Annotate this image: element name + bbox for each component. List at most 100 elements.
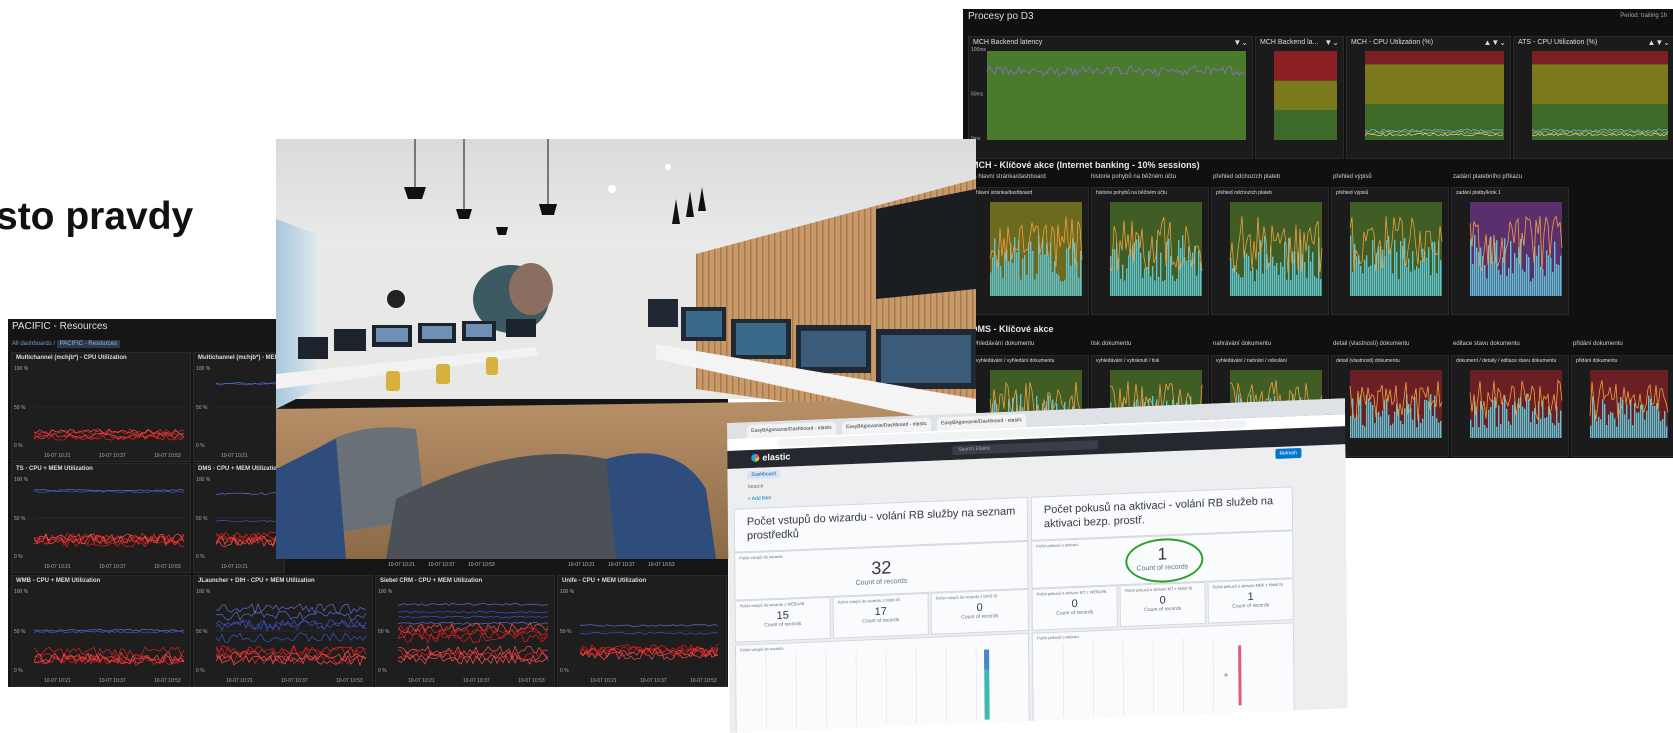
- ib-panel[interactable]: přehled odchozích plateb: [1211, 187, 1329, 315]
- chart-bar: [1416, 427, 1418, 438]
- ib-panel[interactable]: historie pohybů na běžném účtu: [1091, 187, 1209, 315]
- chart-bar: [1072, 238, 1074, 296]
- small-metric[interactable]: Počet pokusů o aktivaci MBK z Mobil IB 1…: [1207, 578, 1294, 624]
- chart-bar: [1264, 236, 1266, 296]
- resource-panel[interactable]: Siebel CRM - CPU + MEM Utilization 100 %…: [375, 575, 555, 687]
- axis-label: 10-07 10:53: [518, 678, 545, 684]
- chart-bar: [1030, 241, 1032, 296]
- chart-bar: [1504, 395, 1506, 438]
- chart-bar: [1530, 422, 1532, 438]
- chart-bar: [1428, 401, 1430, 438]
- panel-chart: [1274, 51, 1337, 140]
- chart-bar: [1320, 279, 1322, 296]
- chart-bar: [1286, 279, 1288, 296]
- axis-label: 10-07 10:21: [590, 678, 617, 684]
- elastic-search-input[interactable]: Search Elastic: [952, 440, 1099, 455]
- latency-gauge-panel[interactable]: MCH Backend la... ▼⌄: [1255, 36, 1344, 159]
- ib-panel[interactable]: zadání platby/krok 1: [1451, 187, 1569, 315]
- small-metric[interactable]: Počet pokusů o aktivaci MT z WEBU/IB 0 Co…: [1031, 585, 1118, 631]
- chart-bar: [1410, 271, 1412, 296]
- chart-bar: [1426, 257, 1428, 296]
- chart-bar: [1378, 411, 1380, 438]
- breadcrumb-current[interactable]: PACIFIC - Resources: [56, 340, 120, 348]
- group-title: přidání dokumentu: [1573, 341, 1623, 347]
- query-bar[interactable]: Search: [748, 484, 764, 491]
- chart-bar: [1024, 255, 1026, 296]
- chart-bar: [1060, 280, 1062, 296]
- chart-bar: [996, 259, 998, 296]
- panel-chart: 100 % 50 % 0 % 10-07 10:21 10-07 10:37 10-07 …: [378, 589, 549, 684]
- resource-panel[interactable]: WMB - CPU + MEM Utilization 100 % 50 % 0 %…: [11, 575, 191, 687]
- axis-label: 10-07 10:21: [44, 453, 71, 459]
- axis-label: 10-07 10:21: [44, 564, 71, 570]
- latency-panel[interactable]: MCH Backend latency ▼⌄ 0ms50ms100ms: [968, 36, 1253, 159]
- breadcrumb-home[interactable]: All dashboards: [12, 341, 52, 347]
- chart-bar: [1002, 278, 1004, 296]
- small-metric[interactable]: Počet vstupů do wizardu z Mobil IB 17 Cou…: [832, 592, 929, 639]
- chart-bar: [1440, 421, 1442, 438]
- chart-bar: [1236, 271, 1238, 296]
- chart-bar: [1536, 255, 1538, 296]
- axis-label: 50 %: [196, 629, 208, 635]
- resource-panel[interactable]: JLauncher + DIH - CPU + MEM Utilization …: [193, 575, 373, 687]
- dashboard-period[interactable]: Period: trailing 1h: [1620, 13, 1667, 19]
- cpu-panel[interactable]: MCH - CPU Utilization (%) ▲▼⌄: [1346, 36, 1511, 159]
- small-metric[interactable]: Počet vstupů do wizardu z WEBU/IB 15 Coun…: [734, 596, 831, 643]
- chart-bar: [1646, 410, 1648, 438]
- chart-bar: [1392, 423, 1394, 438]
- cpu-panel[interactable]: ATS - CPU Utilization (%) ▲▼⌄: [1513, 36, 1673, 159]
- refresh-button[interactable]: Refresh: [1275, 447, 1301, 459]
- chart-bar: [1470, 239, 1472, 296]
- chart-bar: [1308, 245, 1310, 296]
- chart-bar: [1408, 403, 1410, 438]
- breadcrumb[interactable]: Dashboard: [747, 469, 780, 480]
- axis-label: 100 %: [14, 477, 29, 483]
- panel-chart: [1531, 51, 1669, 140]
- small-metric[interactable]: Počet pokusů o aktivaci MT z Mobil IB 0C…: [1119, 581, 1206, 628]
- axis-label: 10-07 10:37: [281, 678, 308, 684]
- bar-chart-panel[interactable]: Počet pokusů o aktivaci +: [1031, 622, 1295, 725]
- chart-bar: [1170, 255, 1172, 296]
- chart-bar: [1316, 278, 1318, 296]
- chart-bar: [1258, 252, 1260, 296]
- chart-line: [215, 632, 367, 643]
- resource-panel[interactable]: Multichannel (mchjb*) - MEM 100 % 50 % 0 %…: [193, 352, 285, 462]
- ib-panel[interactable]: přehled výpisů: [1331, 187, 1449, 315]
- chart-bar: [1154, 280, 1156, 296]
- chart-bar: [1296, 274, 1298, 296]
- panel-chart: [989, 202, 1083, 296]
- chart-bar: [1026, 275, 1028, 296]
- chart-bar: [1242, 277, 1244, 296]
- chart-bar: [1474, 235, 1476, 296]
- resource-panel[interactable]: TS - CPU + MEM Utilization 100 % 50 % 0 % 1…: [11, 463, 191, 573]
- ib-panel[interactable]: hlavní stránka/dashboard: [971, 187, 1089, 315]
- small-metric[interactable]: Počet vstupů do wizardu z DMS IB 0 Count …: [930, 588, 1029, 635]
- chart-bar: [1632, 425, 1634, 438]
- chart-bar: [1552, 271, 1554, 296]
- chart-bar: [1370, 402, 1372, 438]
- chart-bar: [1560, 410, 1562, 438]
- resource-panel[interactable]: Multichannel (mchjb*) - CPU Utilization …: [11, 352, 191, 462]
- chart-bar: [1262, 273, 1264, 296]
- metric-sub-label: Počet pokusů o aktivaci MBK z Mobil IB: [1212, 581, 1284, 590]
- dms-panel[interactable]: detail (vlastnosti) dokumentu: [1331, 355, 1449, 457]
- chart-bar: [1126, 268, 1128, 296]
- bar-chart-panel[interactable]: Počet vstupů do wizardu: [734, 632, 1030, 733]
- dms-panel[interactable]: přidání dokumentu: [1571, 355, 1673, 457]
- panel-chart: [1589, 370, 1669, 438]
- x-tick: 10-07 10:37: [428, 562, 455, 568]
- dms-panel[interactable]: dokument / detaily / editace stavu dokum…: [1451, 355, 1569, 457]
- chart-bar: [1164, 280, 1166, 296]
- elastic-logo[interactable]: elastic: [751, 451, 790, 463]
- resource-panel[interactable]: Unife - CPU + MEM Utilization 100 % 50 % 0…: [557, 575, 727, 687]
- axis-label: 0 %: [378, 668, 387, 674]
- chart-bar: [1198, 250, 1200, 296]
- chart-bar: [1514, 252, 1516, 296]
- chart-bar: [1492, 261, 1494, 296]
- chart-bar: [1640, 404, 1642, 438]
- resource-panel[interactable]: DMS - CPU + MEM Utilization 100 % 50 % 0 %…: [193, 463, 285, 573]
- threshold-band: [1365, 104, 1504, 140]
- panel-chart: 100 % 50 % 0 % 10-07 10:21: [196, 366, 278, 459]
- add-filter-link[interactable]: + Add filter: [748, 495, 772, 502]
- chart-bar: [1438, 422, 1440, 438]
